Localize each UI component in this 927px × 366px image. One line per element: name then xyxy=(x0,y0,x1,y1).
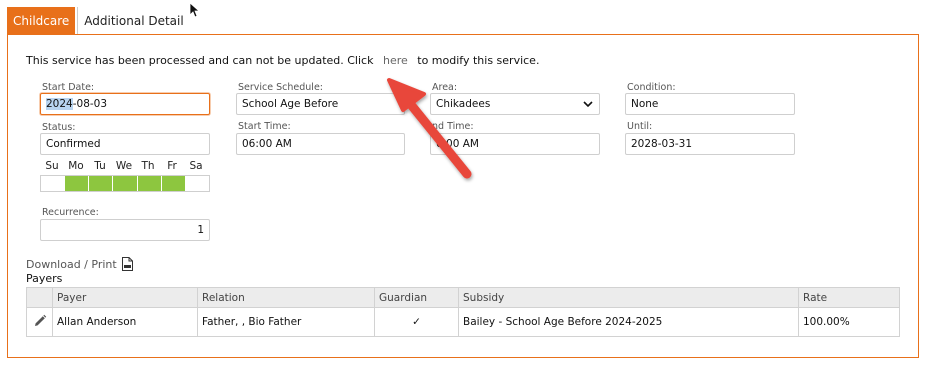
status-field[interactable]: Confirmed xyxy=(40,133,210,155)
day-label-mo: Mo xyxy=(68,160,84,172)
download-print-link[interactable]: Download / Print xyxy=(26,257,133,271)
day-cell-th[interactable] xyxy=(137,176,162,191)
relation-cell: Father, , Bio Father xyxy=(197,307,375,337)
until-field[interactable]: 2028-03-31 xyxy=(625,133,795,155)
start-time-label: Start Time: xyxy=(238,121,291,132)
day-label-sa: Sa xyxy=(189,160,203,172)
notice-text-after: to modify this service. xyxy=(417,54,540,67)
area-label: Area: xyxy=(432,82,458,93)
modify-service-link[interactable]: here xyxy=(377,54,414,67)
day-cell-sa[interactable] xyxy=(185,176,209,191)
day-cell-mo[interactable] xyxy=(65,176,90,191)
pencil-icon[interactable] xyxy=(33,314,47,328)
chevron-down-icon xyxy=(583,101,593,108)
col-header-guardian[interactable]: Guardian xyxy=(374,287,459,308)
condition-label: Condition: xyxy=(627,82,676,93)
until-label: Until: xyxy=(627,121,653,132)
day-cell-su[interactable] xyxy=(41,176,66,191)
col-header-actions xyxy=(26,287,53,308)
col-header-payer[interactable]: Payer xyxy=(52,287,198,308)
day-cell-we[interactable] xyxy=(113,176,138,191)
weekday-grid xyxy=(40,175,210,192)
start-date-selected-text: 2024 xyxy=(46,98,73,110)
start-date-label: Start Date: xyxy=(42,82,95,93)
col-header-rate[interactable]: Rate xyxy=(798,287,900,308)
weekday-labels: Su Mo Tu We Th Fr Sa xyxy=(40,160,208,172)
col-header-subsidy[interactable]: Subsidy xyxy=(458,287,799,308)
subsidy-cell: Bailey - School Age Before 2024-2025 xyxy=(458,307,799,337)
col-header-relation[interactable]: Relation xyxy=(197,287,375,308)
start-time-field[interactable]: 06:00 AM xyxy=(236,133,405,155)
mouse-cursor-icon xyxy=(190,3,200,18)
payers-title: Payers xyxy=(26,272,63,285)
notice-text-before: This service has been processed and can … xyxy=(26,54,374,67)
day-label-su: Su xyxy=(45,160,59,172)
payers-table: Payer Relation Guardian Subsidy Rate All… xyxy=(26,287,900,337)
day-label-tu: Tu xyxy=(94,160,106,172)
day-cell-fr[interactable] xyxy=(161,176,186,191)
guardian-check-icon: ✓ xyxy=(374,307,459,337)
tab-additional-detail[interactable]: Additional Detail xyxy=(77,7,189,34)
recurrence-label: Recurrence: xyxy=(42,207,99,218)
end-time-label: nd Time: xyxy=(432,121,474,132)
service-schedule-label: Service Schedule: xyxy=(238,82,323,93)
pdf-icon xyxy=(121,257,133,271)
processed-notice: This service has been processed and can … xyxy=(26,54,539,67)
rate-cell: 100.00% xyxy=(798,307,900,337)
download-print-label: Download / Print xyxy=(26,257,117,271)
payers-header-row: Payer Relation Guardian Subsidy Rate xyxy=(26,287,900,308)
table-row: Allan Anderson Father, , Bio Father ✓ Ba… xyxy=(26,307,900,337)
edit-cell xyxy=(26,307,53,337)
tab-bar: Childcare Additional Detail xyxy=(7,7,190,34)
day-label-fr: Fr xyxy=(167,160,177,172)
day-label-we: We xyxy=(115,160,133,172)
area-select[interactable]: Chikadees xyxy=(430,93,600,115)
condition-field[interactable]: None xyxy=(625,93,795,115)
area-value: Chikadees xyxy=(436,98,491,110)
day-label-th: Th xyxy=(141,160,155,172)
day-cell-tu[interactable] xyxy=(89,176,114,191)
start-date-field[interactable]: 2024-08-03 xyxy=(40,93,210,115)
start-date-rest-text: -08-03 xyxy=(72,98,108,110)
recurrence-field[interactable]: 1 xyxy=(40,219,210,241)
end-time-field[interactable]: 0 00 AM xyxy=(430,133,600,155)
tab-childcare[interactable]: Childcare xyxy=(7,7,76,34)
payer-cell: Allan Anderson xyxy=(52,307,198,337)
status-label: Status: xyxy=(42,122,76,133)
service-schedule-field[interactable]: School Age Before xyxy=(236,93,405,115)
